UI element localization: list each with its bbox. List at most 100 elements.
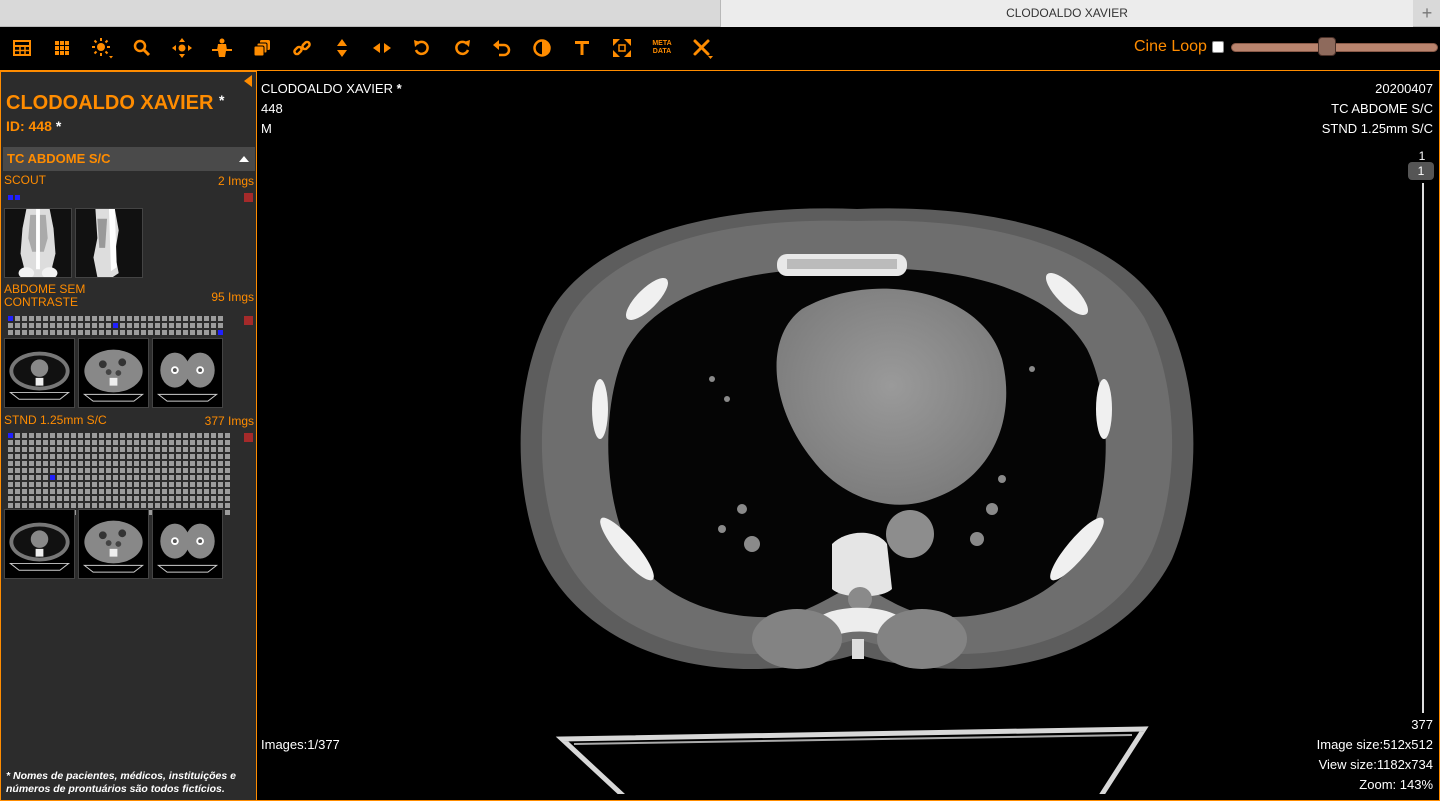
slice-cell[interactable]: [190, 440, 195, 445]
slice-cell[interactable]: [162, 496, 167, 501]
slice-cell[interactable]: [43, 323, 48, 328]
slice-cell[interactable]: [162, 489, 167, 494]
slice-cell[interactable]: [85, 496, 90, 501]
slice-cell[interactable]: [176, 468, 181, 473]
slice-cell[interactable]: [155, 433, 160, 438]
slice-cell[interactable]: [155, 454, 160, 459]
slice-cell[interactable]: [176, 330, 181, 335]
slice-cell[interactable]: [162, 503, 167, 508]
slice-cell[interactable]: [169, 461, 174, 466]
slice-cell[interactable]: [120, 475, 125, 480]
slice-cell[interactable]: [155, 461, 160, 466]
slice-cell[interactable]: [141, 316, 146, 321]
slice-cell[interactable]: [106, 454, 111, 459]
slice-cell[interactable]: [22, 454, 27, 459]
slice-cell[interactable]: [211, 323, 216, 328]
slice-cell[interactable]: [71, 475, 76, 480]
slice-cell[interactable]: [169, 468, 174, 473]
slice-cell[interactable]: [85, 454, 90, 459]
slice-cell[interactable]: [78, 461, 83, 466]
slice-cell[interactable]: [162, 475, 167, 480]
slice-cell[interactable]: [155, 468, 160, 473]
slice-cell[interactable]: [29, 440, 34, 445]
slice-cell[interactable]: [8, 482, 13, 487]
slice-cell[interactable]: [85, 475, 90, 480]
slice-cell[interactable]: [176, 496, 181, 501]
slice-cell[interactable]: [57, 454, 62, 459]
slice-cell[interactable]: [78, 323, 83, 328]
measure-button[interactable]: [287, 33, 317, 63]
slice-cell[interactable]: [176, 489, 181, 494]
slice-cell[interactable]: [99, 489, 104, 494]
slice-cell[interactable]: [85, 440, 90, 445]
slice-cell[interactable]: [64, 440, 69, 445]
slice-cell[interactable]: [218, 330, 223, 335]
slice-cell[interactable]: [50, 468, 55, 473]
invert-button[interactable]: [527, 33, 557, 63]
slice-cell[interactable]: [169, 440, 174, 445]
slice-cell[interactable]: [92, 433, 97, 438]
slice-cell[interactable]: [8, 468, 13, 473]
slice-cell[interactable]: [57, 447, 62, 452]
slice-cell[interactable]: [64, 496, 69, 501]
slice-cell[interactable]: [183, 323, 188, 328]
slice-cell[interactable]: [183, 454, 188, 459]
slice-cell[interactable]: [106, 482, 111, 487]
stack-button[interactable]: [247, 33, 277, 63]
slice-cell[interactable]: [176, 482, 181, 487]
slice-cell[interactable]: [148, 496, 153, 501]
cine-loop-checkbox[interactable]: [1212, 41, 1224, 53]
window-level-button[interactable]: [87, 33, 117, 63]
slice-cell[interactable]: [162, 440, 167, 445]
slice-cell[interactable]: [176, 447, 181, 452]
slice-cell[interactable]: [50, 482, 55, 487]
slice-cell[interactable]: [8, 461, 13, 466]
slice-cell[interactable]: [183, 330, 188, 335]
slice-cell[interactable]: [92, 323, 97, 328]
slice-cell[interactable]: [64, 454, 69, 459]
slice-cell[interactable]: [134, 433, 139, 438]
slice-cell[interactable]: [50, 461, 55, 466]
slice-cell[interactable]: [162, 454, 167, 459]
slice-cell[interactable]: [197, 440, 202, 445]
slice-cell[interactable]: [204, 447, 209, 452]
slice-cell[interactable]: [211, 461, 216, 466]
reset-button[interactable]: [487, 33, 517, 63]
slice-cell[interactable]: [176, 503, 181, 508]
slice-cell[interactable]: [169, 330, 174, 335]
series-name-scout[interactable]: SCOUT: [4, 174, 46, 187]
slice-cell[interactable]: [99, 461, 104, 466]
slice-cell[interactable]: [169, 503, 174, 508]
slice-cell[interactable]: [64, 475, 69, 480]
slice-cell[interactable]: [78, 316, 83, 321]
slice-cell[interactable]: [225, 433, 230, 438]
thumbnail-scout-frontal[interactable]: [4, 208, 72, 278]
slice-cell[interactable]: [176, 461, 181, 466]
slice-cell[interactable]: [155, 489, 160, 494]
slice-cell[interactable]: [169, 454, 174, 459]
slice-cell[interactable]: [106, 440, 111, 445]
slice-cell[interactable]: [71, 433, 76, 438]
slice-cell[interactable]: [8, 489, 13, 494]
slice-cell[interactable]: [183, 475, 188, 480]
slice-cell[interactable]: [99, 482, 104, 487]
slice-cell[interactable]: [225, 482, 230, 487]
series-marker[interactable]: [244, 193, 253, 202]
slice-cell[interactable]: [190, 489, 195, 494]
slice-cell[interactable]: [22, 468, 27, 473]
slice-cell[interactable]: [8, 195, 13, 200]
slice-cell[interactable]: [218, 440, 223, 445]
slice-cell[interactable]: [183, 468, 188, 473]
thumbnail-abdome-2[interactable]: [78, 338, 149, 408]
slice-cell[interactable]: [29, 433, 34, 438]
slice-cell[interactable]: [204, 496, 209, 501]
slice-cell[interactable]: [113, 447, 118, 452]
slice-cell[interactable]: [204, 475, 209, 480]
slice-cell[interactable]: [99, 316, 104, 321]
slice-cell[interactable]: [134, 468, 139, 473]
slice-cell[interactable]: [204, 503, 209, 508]
slice-cell[interactable]: [85, 503, 90, 508]
slice-cell[interactable]: [50, 440, 55, 445]
slice-cell[interactable]: [211, 316, 216, 321]
slice-cell[interactable]: [113, 475, 118, 480]
